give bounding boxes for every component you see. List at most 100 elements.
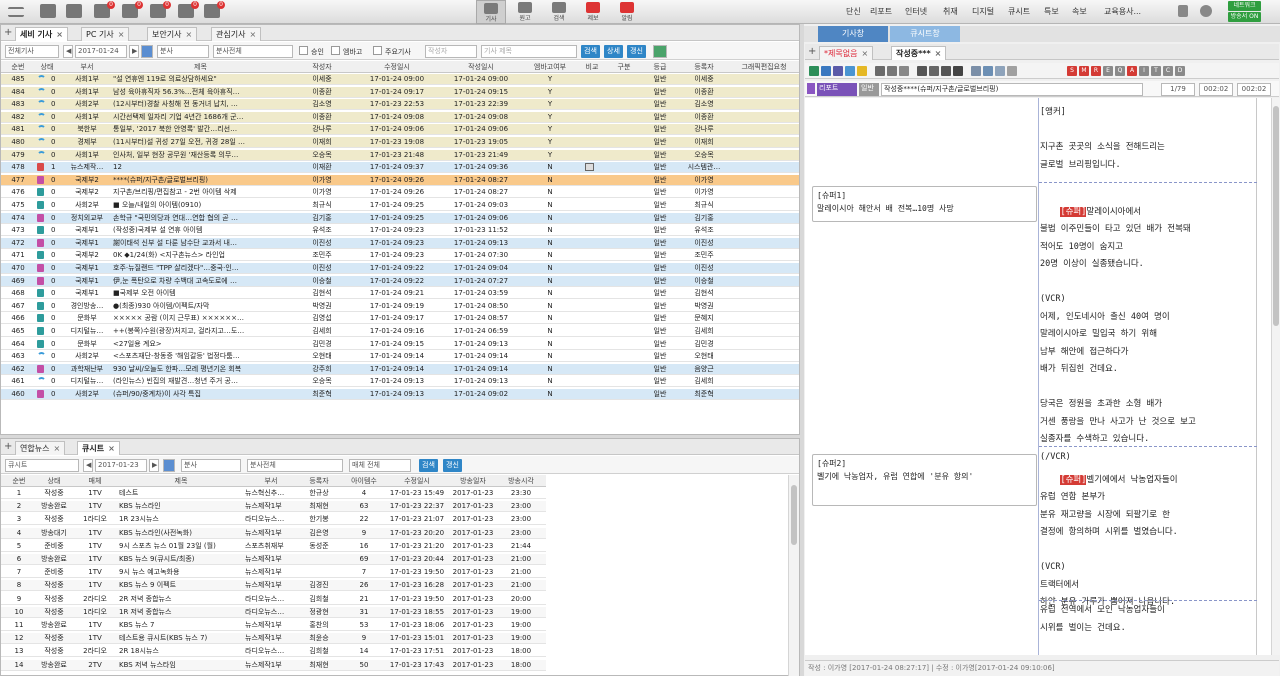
column-header[interactable]: 방송시각: [501, 476, 541, 486]
copy-icon[interactable]: [845, 66, 855, 76]
tab-secure-articles[interactable]: 보안기사 ×: [147, 27, 198, 41]
table-row[interactable]: 0 467 경인방송… ●(최종)930 아이템/이펙트/자막 박영권 17-01-24 …: [1, 300, 799, 312]
table-row[interactable]: 0 472 국제부1 謝이태석 신부 설 다룬 남수단 교과서 내… 이진성 17-01-…: [1, 237, 799, 249]
date-input[interactable]: 2017-01-24: [75, 45, 127, 58]
add-tab-button[interactable]: +: [4, 27, 12, 38]
table-row[interactable]: 6 방송완료 1TV KBS 뉴스 9(큐시트/최종) 뉴스제작1부 69 17-01-23…: [1, 554, 546, 565]
menu-breaking[interactable]: 속보: [1072, 6, 1087, 17]
menu-icon[interactable]: [8, 7, 24, 17]
vertical-splitter[interactable]: [800, 24, 804, 676]
refresh-button[interactable]: 갱신: [627, 45, 646, 58]
save-icon[interactable]: [809, 66, 819, 76]
table-row[interactable]: 0 481 북한부 통일부, '2017 북한 안영록' 발간…리선… 강나루 17-01…: [1, 124, 799, 136]
next-date-button[interactable]: ▶: [129, 45, 139, 58]
pin-icon[interactable]: [1178, 5, 1188, 17]
table-row[interactable]: 0 474 정치외교부 손학규 "국민의당과 연대…연합 협의 곧 … 김기홍 17-01…: [1, 212, 799, 224]
super-block-1[interactable]: [슈퍼]말레이시아에서 불법 이주민들이 타고 있던 배가 전복돼 적어도 10…: [1040, 186, 1263, 484]
settings-icon[interactable]: [1200, 5, 1212, 17]
table-row[interactable]: 0 485 사회1부 "설 연휴엔 119로 의료상담하세요" 이세중 17-01-24 …: [1, 74, 799, 85]
tab-pc-articles[interactable]: PC 기사 ×: [81, 27, 130, 41]
tab-yonhap-news[interactable]: 연합뉴스 ×: [15, 441, 66, 455]
column-header[interactable]: 구분: [609, 62, 639, 72]
anchor-block[interactable]: [앵커] 지구촌 곳곳의 소식을 전해드리는 글로벌 브리핑입니다.: [1040, 104, 1263, 174]
column-header[interactable]: 아이템수: [341, 476, 387, 486]
body-block-4[interactable]: 유럽 전역에서 모인 낙농업자들이 시위를 벌이는 건데요.: [1040, 602, 1263, 637]
menu-training[interactable]: 교육용사...: [1104, 6, 1141, 17]
table-row[interactable]: 0 466 문화부 ××××× 공람 (이지 근무표) ××××××… 김영섭 17-01…: [1, 313, 799, 325]
table-row[interactable]: 0 475 사회2부 ■ 오늘/내일의 아이템(0910) 최규식 17-01-24 09…: [1, 200, 799, 211]
column-header[interactable]: 순번: [3, 476, 35, 486]
table-row[interactable]: 3 작성중 1라디오 1R 23시뉴스 라디오뉴스… 한기봉 22 17-01-23 21:0…: [1, 514, 546, 526]
script-editor[interactable]: [슈퍼1] 말레이시아 해안서 배 전복…10명 사망 [슈퍼2] 벨기에 낙농…: [805, 98, 1271, 655]
column-header[interactable]: 매체: [73, 476, 117, 486]
detail-button[interactable]: 상세: [604, 45, 623, 58]
dept-all-select[interactable]: 분사전체: [247, 459, 343, 472]
table-row[interactable]: 0 464 문화부 <27일용 계요> 김민경 17-01-24 09:15 17-01-2…: [1, 338, 799, 350]
attach-icon[interactable]: [1007, 66, 1017, 76]
format-button-t[interactable]: T: [1151, 66, 1161, 76]
refresh-button[interactable]: 갱신: [443, 459, 462, 472]
column-header[interactable]: 상태: [37, 476, 71, 486]
phone-icon[interactable]: 0: [204, 1, 225, 18]
table-row[interactable]: 1 478 뉴스제작… 12 이재환 17-01-24 09:37 17-01-24 09:…: [1, 162, 799, 174]
table-row[interactable]: 14 방송완료 2TV KBS 저녁 뉴스타임 뉴스제작1부 최재현 50 17-01-23 …: [1, 659, 546, 671]
notice-button[interactable]: 알림: [612, 0, 642, 24]
column-header[interactable]: 수정일시: [357, 62, 437, 72]
format-button-c[interactable]: C: [1163, 66, 1173, 76]
menu-cuesheet[interactable]: 큐시트: [1008, 6, 1030, 17]
tab-article-window[interactable]: 기사창: [818, 26, 888, 42]
add-document-button[interactable]: +: [808, 46, 816, 57]
editor-scrollbar[interactable]: [1271, 98, 1280, 655]
column-header[interactable]: 제목: [119, 476, 243, 486]
table-row[interactable]: 0 461 디지털뉴… (라인뉴스) 빈집의 재발견…청년 주거 공… 오승목 17-01…: [1, 376, 799, 388]
date-input[interactable]: 2017-01-23: [95, 459, 147, 472]
table-row[interactable]: 7 준비중 1TV 9시 뉴스 예고녹화용 뉴스제작1부 7 17-01-23 19:50 2…: [1, 567, 546, 579]
table-row[interactable]: 0 477 국제부2 ****(슈퍼/지구촌/글로벌브리핑) 이가영 17-01-24 0…: [1, 174, 799, 186]
column-header[interactable]: 작성자: [291, 62, 353, 72]
table-row[interactable]: 8 작성중 1TV KBS 뉴스 9 이펙트 뉴스제작1부 김경진 26 17-01-23 1…: [1, 580, 546, 592]
format-button-e[interactable]: E: [1103, 66, 1113, 76]
column-header[interactable]: 순번: [5, 62, 31, 72]
compare-icon[interactable]: [585, 163, 594, 174]
cuesheet-scrollbar[interactable]: [788, 475, 799, 676]
table-row[interactable]: 0 469 국제부1 伊,눈 폭탄으로 차량 수백대 고속도로에 … 이승철 17-01-…: [1, 275, 799, 287]
dept-select[interactable]: 분사: [157, 45, 209, 58]
close-icon[interactable]: ×: [56, 30, 63, 39]
table-row[interactable]: 0 484 사회1부 남성 육아휴직자 56.3%…전체 육아휴직… 이종환 17-01-…: [1, 86, 799, 98]
table-icon[interactable]: [929, 66, 939, 76]
grid-icon[interactable]: [887, 66, 897, 76]
close-icon[interactable]: ×: [108, 444, 115, 453]
preview-icon[interactable]: [983, 66, 993, 76]
mic-icon[interactable]: [953, 66, 963, 76]
calendar-icon[interactable]: 0: [150, 1, 171, 18]
article-button[interactable]: 기사: [476, 0, 506, 24]
column-header[interactable]: 부서: [63, 62, 111, 72]
format-button-a[interactable]: A: [1127, 66, 1137, 76]
super-cue-1[interactable]: [슈퍼1] 말레이시아 해안서 배 전복…10명 사망: [812, 186, 1037, 222]
menu-digital[interactable]: 디지털: [972, 6, 994, 17]
table-row[interactable]: 0 470 국제부1 호주·뉴질랜드 "TPP 살리겠다"…중국·인… 이진성 17-01…: [1, 263, 799, 274]
user-icon[interactable]: [833, 66, 843, 76]
column-header[interactable]: 엠바고여부: [525, 62, 575, 72]
table-row[interactable]: 0 460 사회2부 (슈퍼/90/중계차)이 사각 특집 최준혁 17-01-24 09…: [1, 389, 799, 400]
approved-checkbox[interactable]: [299, 46, 308, 55]
table-row[interactable]: 0 462 과학재난부 930 날씨/오늘도 한파…모레 평년기온 회복 강주희 17-0…: [1, 363, 799, 375]
table-row[interactable]: 0 479 사회1부 인사처, 일부 현장 공무원 '재산등록 의무… 오승목 17-01…: [1, 149, 799, 161]
prev-date-button[interactable]: ◀: [63, 45, 73, 58]
table-row[interactable]: 12 작성중 1TV 테스트용 큐시트(KBS 뉴스 7) 뉴스제작1부 최윤승 9 17-0…: [1, 633, 546, 645]
column-header[interactable]: 비교: [579, 62, 605, 72]
tab-cuesheet[interactable]: 큐시트 ×: [77, 441, 120, 455]
table-row[interactable]: 13 작성중 2라디오 2R 18시뉴스 라디오뉴스… 김희철 14 17-01-23 17:…: [1, 646, 546, 658]
table-row[interactable]: 0 482 사회1부 시간선택제 일자리 기업 4년간 1686개 군… 이종환 17-0…: [1, 111, 799, 123]
column-header[interactable]: 작성일시: [441, 62, 521, 72]
close-icon[interactable]: ×: [935, 49, 942, 58]
embargo-checkbox[interactable]: [331, 46, 340, 55]
folder-icon[interactable]: 0: [94, 1, 115, 18]
open-icon[interactable]: [821, 66, 831, 76]
mail-icon[interactable]: 0: [122, 1, 143, 18]
title-search-input[interactable]: 기사 제목: [481, 45, 577, 58]
scan-icon[interactable]: [995, 66, 1005, 76]
table-row[interactable]: 10 작성중 1라디오 1R 저녁 종합뉴스 라디오뉴스… 정광현 31 17-01-23 1…: [1, 606, 546, 618]
format-button-q[interactable]: Q: [1115, 66, 1125, 76]
main-article-checkbox[interactable]: [373, 46, 382, 55]
